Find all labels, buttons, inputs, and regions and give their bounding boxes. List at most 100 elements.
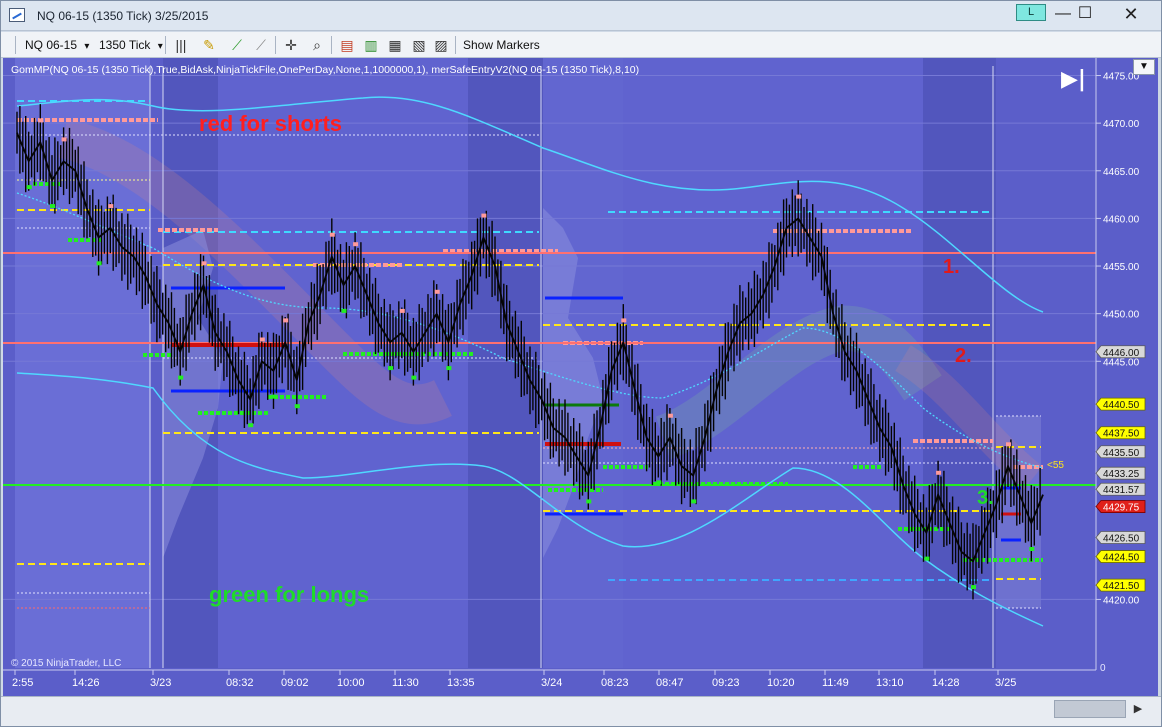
bar-type-icon[interactable]: ||| xyxy=(171,36,191,54)
chart-menu-button[interactable]: ▼ xyxy=(1133,59,1155,75)
short-marker xyxy=(61,137,67,142)
show-markers-button[interactable]: Show Markers xyxy=(463,36,540,54)
time-tick-label: 11:30 xyxy=(392,677,419,689)
short-marker xyxy=(434,289,440,294)
price-label-box: 4446.00 xyxy=(1095,345,1146,359)
price-label-box: 4424.50 xyxy=(1095,550,1146,564)
time-tick-label: 13:10 xyxy=(876,677,904,689)
short-marker xyxy=(796,194,802,199)
long-marker xyxy=(388,366,394,371)
title-bar: NQ 06-15 (1350 Tick) 3/25/2015 L — ☐ ✕ xyxy=(1,1,1161,31)
long-marker xyxy=(178,375,184,380)
price-label-text: 4429.75 xyxy=(1103,503,1140,514)
long-marker xyxy=(411,375,417,380)
price-label-box: 4433.25 xyxy=(1095,466,1146,480)
short-marker xyxy=(1006,442,1011,447)
drawing-tools-icon[interactable]: ⟋ xyxy=(227,36,247,54)
scrollbar-thumb[interactable] xyxy=(1054,700,1126,718)
play-to-end-icon[interactable]: ▶| xyxy=(1061,67,1086,92)
short-marker xyxy=(201,261,207,266)
indicators-icon[interactable]: ▤ xyxy=(337,36,357,54)
time-tick-label: 09:23 xyxy=(712,677,740,689)
shorts-annotation: red for shorts xyxy=(199,111,342,136)
short-marker xyxy=(667,413,673,418)
long-marker xyxy=(924,556,930,561)
strategies-icon[interactable]: ▥ xyxy=(361,36,381,54)
long-marker xyxy=(248,423,254,428)
data-box-icon[interactable]: ▧ xyxy=(409,36,429,54)
crosshair-icon[interactable]: ✛ xyxy=(281,36,301,54)
short-marker xyxy=(283,318,289,323)
long-marker xyxy=(971,585,976,590)
snapshot-icon[interactable]: ▨ xyxy=(431,36,451,54)
marker-3-annotation: 3. xyxy=(977,487,994,509)
marker-1-annotation: 1. xyxy=(943,256,960,278)
short-marker xyxy=(353,242,359,247)
time-tick-label: 10:00 xyxy=(337,677,365,689)
chevron-down-icon: ▾ xyxy=(84,41,90,52)
pencil-icon[interactable]: ✎ xyxy=(199,36,219,54)
toolbar-separator xyxy=(455,36,456,54)
price-label-box: 4429.75 xyxy=(1095,500,1146,514)
price-label-text: 4446.00 xyxy=(1103,348,1140,359)
short-marker xyxy=(259,337,265,342)
long-marker xyxy=(341,308,347,313)
short-marker xyxy=(936,470,942,475)
price-label-box: 4426.50 xyxy=(1095,531,1146,545)
price-chart[interactable]: 4475.00 4470.00 4465.00 4460.00 4455.00 4450.… xyxy=(3,58,1158,696)
time-tick-label: 11:49 xyxy=(822,677,849,689)
time-tick-label: 14:26 xyxy=(72,677,100,689)
chart-canvas[interactable]: 4475.004470.004465.004460.004455.004450.… xyxy=(3,58,1158,696)
interval-label: 1350 Tick xyxy=(99,38,151,52)
scroll-right-icon[interactable]: ▶ xyxy=(1128,700,1148,718)
remove-drawings-icon[interactable]: ⟋ xyxy=(251,36,271,54)
long-marker xyxy=(656,480,662,485)
toolbar-separator xyxy=(275,36,276,54)
time-tick-label: 08:47 xyxy=(656,677,684,689)
price-label-text: 4437.50 xyxy=(1103,429,1140,440)
time-tick-label: 09:02 xyxy=(281,677,309,689)
longs-annotation: green for longs xyxy=(209,582,369,607)
price-tick-label: 4450.00 xyxy=(1103,310,1140,321)
interval-selector[interactable]: 1350 Tick ▾ xyxy=(99,36,163,54)
price-tick-label: 4470.00 xyxy=(1103,119,1140,130)
price-label-box: 4431.57 xyxy=(1095,482,1146,496)
price-tick-label: 4455.00 xyxy=(1103,262,1140,273)
long-marker xyxy=(294,404,300,409)
price-label-box: 4437.50 xyxy=(1095,426,1146,440)
time-tick-label: 2:55 xyxy=(12,677,33,689)
copyright-text: © 2015 NinjaTrader, LLC xyxy=(11,658,121,669)
long-marker xyxy=(271,394,277,399)
price-label-text: 4435.50 xyxy=(1103,448,1140,459)
long-marker xyxy=(446,366,452,371)
price-tick-label: 4460.00 xyxy=(1103,214,1140,225)
price-label-box: 4435.50 xyxy=(1095,445,1146,459)
chart-properties-icon[interactable]: ▦ xyxy=(385,36,405,54)
close-button[interactable]: ✕ xyxy=(1109,3,1153,25)
short-marker xyxy=(399,308,405,313)
time-tick-label: 10:20 xyxy=(767,677,795,689)
long-marker xyxy=(96,261,102,266)
long-marker xyxy=(691,499,697,504)
instrument-selector[interactable]: NQ 06-15 ▾ xyxy=(25,36,89,54)
price-label-box: 4440.50 xyxy=(1095,397,1146,411)
maximize-button[interactable]: ☐ xyxy=(1063,3,1107,25)
session-shade xyxy=(468,58,543,668)
chart-app-icon xyxy=(9,8,25,22)
instrument-label: NQ 06-15 xyxy=(25,38,78,52)
price-label-text: 4431.57 xyxy=(1103,485,1140,496)
zoom-icon[interactable]: ⌕ xyxy=(307,36,327,54)
long-marker xyxy=(50,204,55,209)
horizontal-scrollbar[interactable]: ▶ xyxy=(1,696,1161,726)
marker-2-annotation: 2. xyxy=(955,345,972,367)
short-marker xyxy=(38,118,44,123)
price-label-text: 4421.50 xyxy=(1103,581,1140,592)
time-tick-label: 3/23 xyxy=(150,677,171,689)
price-label-text: 4440.50 xyxy=(1103,400,1140,411)
toolbar-separator xyxy=(331,36,332,54)
long-marker xyxy=(586,499,592,504)
indicator-label: GomMP(NQ 06-15 (1350 Tick),True,BidAsk,N… xyxy=(11,64,639,76)
time-tick-label: 3/25 xyxy=(995,677,1016,689)
price-label-text: 4424.50 xyxy=(1103,553,1140,564)
volume-axis-zero: 0 xyxy=(1100,663,1106,674)
